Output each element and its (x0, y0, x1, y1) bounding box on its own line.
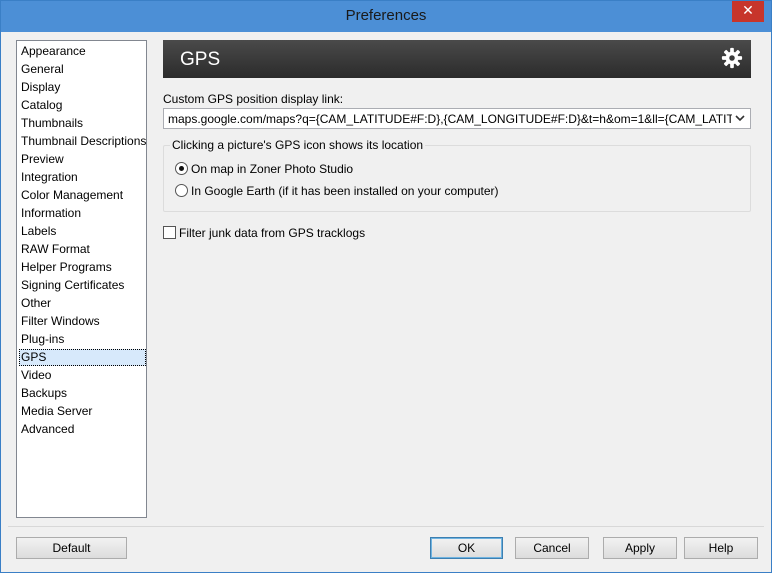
nav-item-information[interactable]: Information (19, 205, 146, 222)
nav-item-preview[interactable]: Preview (19, 151, 146, 168)
help-button[interactable]: Help (684, 537, 758, 559)
nav-item-general[interactable]: General (19, 61, 146, 78)
category-list[interactable]: Appearance General Display Catalog Thumb… (16, 40, 147, 518)
bottom-separator (8, 526, 764, 527)
nav-item-gps[interactable]: GPS (19, 349, 146, 366)
apply-button[interactable]: Apply (603, 537, 677, 559)
nav-item-appearance[interactable]: Appearance (19, 43, 146, 60)
nav-item-labels[interactable]: Labels (19, 223, 146, 240)
nav-item-catalog[interactable]: Catalog (19, 97, 146, 114)
nav-item-thumbnail-descriptions[interactable]: Thumbnail Descriptions (19, 133, 146, 150)
nav-item-thumbnails[interactable]: Thumbnails (19, 115, 146, 132)
preferences-window: Preferences ✕ Appearance General Display… (0, 0, 772, 573)
nav-item-integration[interactable]: Integration (19, 169, 146, 186)
nav-item-raw-format[interactable]: RAW Format (19, 241, 146, 258)
ok-button[interactable]: OK (430, 537, 503, 559)
cancel-button[interactable]: Cancel (515, 537, 589, 559)
nav-item-helper-programs[interactable]: Helper Programs (19, 259, 146, 276)
location-group: Clicking a picture's GPS icon shows its … (163, 138, 751, 212)
nav-item-filter-windows[interactable]: Filter Windows (19, 313, 146, 330)
nav-item-plug-ins[interactable]: Plug-ins (19, 331, 146, 348)
section-title: GPS (180, 49, 221, 70)
nav-item-backups[interactable]: Backups (19, 385, 146, 402)
filter-junk-checkbox[interactable] (163, 226, 176, 239)
nav-item-display[interactable]: Display (19, 79, 146, 96)
close-icon: ✕ (742, 3, 754, 19)
chevron-down-icon[interactable] (733, 111, 747, 126)
gear-icon (721, 47, 743, 69)
nav-item-other[interactable]: Other (19, 295, 146, 312)
section-header: GPS (163, 40, 751, 78)
title-bar[interactable]: Preferences ✕ (1, 1, 771, 32)
close-button[interactable]: ✕ (732, 1, 764, 22)
window-title: Preferences (345, 7, 427, 24)
radio-google-earth-label[interactable]: In Google Earth (if it has been installe… (191, 184, 499, 198)
filter-junk-label[interactable]: Filter junk data from GPS tracklogs (179, 226, 365, 240)
radio-google-earth[interactable] (175, 184, 188, 197)
nav-item-media-server[interactable]: Media Server (19, 403, 146, 420)
gps-link-value: maps.google.com/maps?q={CAM_LATITUDE#F:D… (168, 112, 732, 126)
gps-link-label: Custom GPS position display link: (163, 92, 344, 106)
nav-item-signing-certificates[interactable]: Signing Certificates (19, 277, 146, 294)
gps-link-combo[interactable]: maps.google.com/maps?q={CAM_LATITUDE#F:D… (163, 108, 751, 129)
default-button[interactable]: Default (16, 537, 127, 559)
location-group-legend: Clicking a picture's GPS icon shows its … (170, 138, 426, 152)
nav-item-video[interactable]: Video (19, 367, 146, 384)
radio-zoner-map[interactable] (175, 162, 188, 175)
dialog-content: Appearance General Display Catalog Thumb… (8, 32, 764, 566)
nav-item-advanced[interactable]: Advanced (19, 421, 146, 438)
nav-item-color-management[interactable]: Color Management (19, 187, 146, 204)
radio-zoner-map-label[interactable]: On map in Zoner Photo Studio (191, 162, 353, 176)
